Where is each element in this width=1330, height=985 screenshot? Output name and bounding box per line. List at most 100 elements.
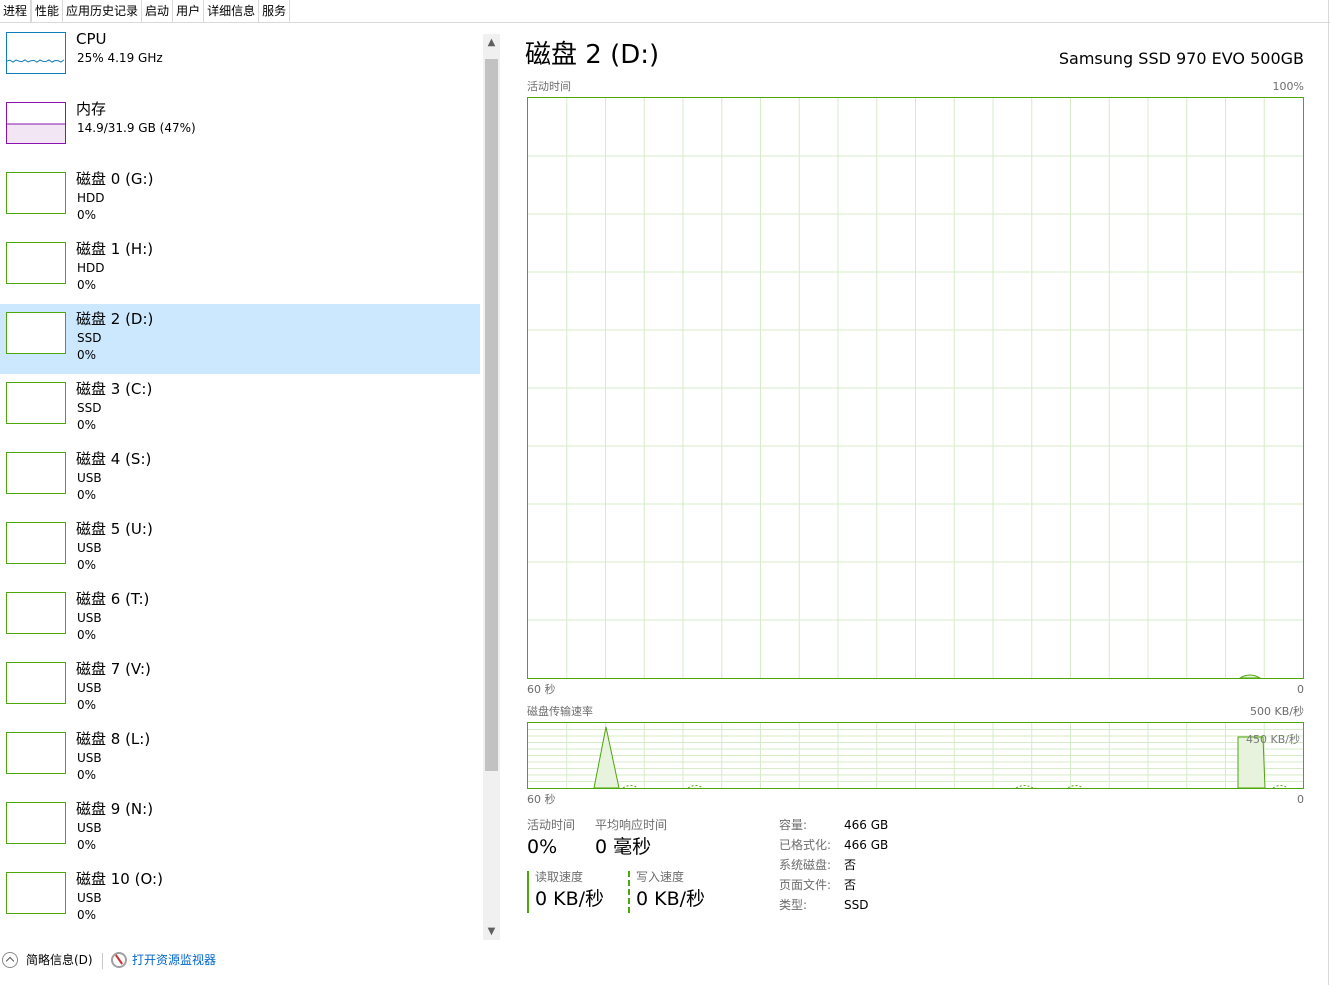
window-right-edge xyxy=(1328,0,1329,985)
sidebar-item-disk[interactable]: 磁盘 6 (T:) USB 0% xyxy=(0,584,480,654)
sidebar-item-disk[interactable]: 磁盘 2 (D:) SSD 0% xyxy=(0,304,480,374)
sidebar-item-disk[interactable]: 磁盘 5 (U:) USB 0% xyxy=(0,514,480,584)
sidebar-item-title: 磁盘 8 (L:) xyxy=(76,730,151,748)
disk-thumbnail-graph xyxy=(6,242,66,284)
sidebar-item-title: 磁盘 5 (U:) xyxy=(76,520,153,538)
sidebar-item-usage: 0% xyxy=(77,488,97,502)
sidebar-item-title: 磁盘 7 (V:) xyxy=(76,660,151,678)
sidebar-item-disk[interactable]: 磁盘 9 (N:) USB 0% xyxy=(0,794,480,864)
sidebar-item-subtitle: HDD xyxy=(77,191,105,205)
sidebar-item-disk[interactable]: 磁盘 7 (V:) USB 0% xyxy=(0,654,480,724)
sidebar-item-subtitle: USB xyxy=(77,751,102,765)
tab-bar: 进程 性能 应用历史记录 启动 用户 详细信息 服务 xyxy=(0,0,1330,23)
disk-thumbnail-graph xyxy=(6,732,66,774)
transfer-minor-activity xyxy=(687,785,704,788)
read-speed-indicator xyxy=(527,871,529,913)
cpu-thumbnail-line xyxy=(7,59,65,63)
transfer-rate-chart: 450 KB/秒 xyxy=(527,722,1304,789)
tab-2[interactable]: 应用历史记录 xyxy=(63,0,143,22)
sidebar-item-title: 磁盘 4 (S:) xyxy=(76,450,152,468)
info-page-file-value: 否 xyxy=(844,878,857,892)
disk-thumbnail-graph xyxy=(6,382,66,424)
transfer-chart-label: 磁盘传输速率 xyxy=(527,705,593,718)
info-formatted-label: 已格式化: xyxy=(779,838,832,852)
stat-write-value: 0 KB/秒 xyxy=(636,888,706,910)
bottom-bar: 简略信息(D) 打开资源监视器 xyxy=(0,945,1330,975)
disk-thumbnail-graph xyxy=(6,522,66,564)
stat-active-time-value: 0% xyxy=(527,836,558,858)
info-page-file-label: 页面文件: xyxy=(779,878,832,892)
transfer-rate-graph xyxy=(528,723,1303,788)
tab-6[interactable]: 服务 xyxy=(259,0,291,22)
disk-thumbnail-graph xyxy=(6,452,66,494)
active-time-graph xyxy=(528,98,1303,678)
disk-thumbnail-graph xyxy=(6,662,66,704)
active-time-spike xyxy=(1239,674,1261,678)
tab-4[interactable]: 用户 xyxy=(173,0,205,22)
sidebar-item-cpu[interactable]: CPU 25% 4.19 GHz xyxy=(0,24,480,94)
sidebar-item-disk[interactable]: 磁盘 8 (L:) USB 0% xyxy=(0,724,480,794)
sidebar-item-subtitle: HDD xyxy=(77,261,105,275)
chart2-x-right: 0 xyxy=(1297,793,1304,806)
active-time-chart-max: 100% xyxy=(1272,80,1304,93)
chart1-x-right: 0 xyxy=(1297,683,1304,696)
scroll-down-arrow-icon[interactable]: ▼ xyxy=(483,923,500,940)
sidebar-item-usage: 0% xyxy=(77,908,97,922)
disk-thumbnail-graph xyxy=(6,592,66,634)
sidebar-item-title: 磁盘 2 (D:) xyxy=(76,310,154,328)
info-formatted-value: 466 GB xyxy=(844,838,889,852)
task-manager-window: 进程 性能 应用历史记录 启动 用户 详细信息 服务 CPU 25% 4.19 GHz 内存 14… xyxy=(0,0,1330,985)
sidebar-item-usage: 0% xyxy=(77,418,97,432)
tab-3[interactable]: 启动 xyxy=(142,0,174,22)
tab-5[interactable]: 详细信息 xyxy=(204,0,260,22)
transfer-minor-activity xyxy=(622,785,639,788)
sidebar-item-disk[interactable]: 磁盘 0 (G:) HDD 0% xyxy=(0,164,480,234)
transfer-chart-max: 500 KB/秒 xyxy=(1250,705,1304,718)
info-type-value: SSD xyxy=(844,898,869,912)
stat-active-time-label: 活动时间 xyxy=(527,818,576,832)
active-time-chart-label: 活动时间 xyxy=(527,80,571,93)
scroll-up-arrow-icon[interactable]: ▲ xyxy=(483,34,500,51)
sidebar-item-subtitle: USB xyxy=(77,681,102,695)
memory-thumbnail-fill xyxy=(7,124,65,143)
transfer-marker-label: 450 KB/秒 xyxy=(1246,733,1300,746)
stat-read-label: 读取速度 xyxy=(535,870,584,884)
sidebar-item-usage: 0% xyxy=(77,838,97,852)
info-system-disk-label: 系统磁盘: xyxy=(779,858,832,872)
tab-0[interactable]: 进程 xyxy=(0,0,32,22)
sidebar-item-subtitle: SSD xyxy=(77,331,102,345)
sidebar-item-title: 磁盘 0 (G:) xyxy=(76,170,154,188)
sidebar-item-disk[interactable]: 磁盘 11 (M:) xyxy=(0,934,480,940)
disk-thumbnail-graph xyxy=(6,872,66,914)
open-resource-monitor-link[interactable]: 打开资源监视器 xyxy=(111,951,216,968)
sidebar-item-subtitle: USB xyxy=(77,541,102,555)
info-capacity-label: 容量: xyxy=(779,818,808,832)
memory-thumbnail-graph xyxy=(6,102,66,144)
sidebar-item-memory[interactable]: 内存 14.9/31.9 GB (47%) xyxy=(0,94,480,164)
fewer-details-button[interactable]: 简略信息(D) xyxy=(2,951,93,968)
disk-thumbnail-graph xyxy=(6,172,66,214)
stat-avg-response-value: 0 毫秒 xyxy=(595,836,652,858)
sidebar-item-usage: 0% xyxy=(77,558,97,572)
sidebar-item-subtitle: 25% 4.19 GHz xyxy=(77,51,163,65)
tab-1[interactable]: 性能 xyxy=(31,0,64,22)
sidebar-item-title: 内存 xyxy=(76,100,107,118)
sidebar-item-disk[interactable]: 磁盘 4 (S:) USB 0% xyxy=(0,444,480,514)
disk-model: Samsung SSD 970 EVO 500GB xyxy=(1058,49,1304,68)
info-type-label: 类型: xyxy=(779,898,808,912)
sidebar-item-title: 磁盘 1 (H:) xyxy=(76,240,154,258)
sidebar-item-disk[interactable]: 磁盘 3 (C:) SSD 0% xyxy=(0,374,480,444)
transfer-minor-activity xyxy=(1015,785,1034,788)
resource-monitor-icon xyxy=(111,951,127,968)
sidebar-item-title: CPU xyxy=(76,30,107,48)
sidebar-item-usage: 0% xyxy=(77,628,97,642)
device-list: CPU 25% 4.19 GHz 内存 14.9/31.9 GB (47%) 磁盘 0 … xyxy=(0,24,480,940)
stat-read-value: 0 KB/秒 xyxy=(535,888,605,910)
sidebar-item-usage: 0% xyxy=(77,278,97,292)
device-list-scrollbar[interactable]: ▲ ▼ xyxy=(483,34,500,940)
sidebar-item-subtitle: 14.9/31.9 GB (47%) xyxy=(77,121,196,135)
sidebar-item-disk[interactable]: 磁盘 1 (H:) HDD 0% xyxy=(0,234,480,304)
scroll-thumb[interactable] xyxy=(485,59,498,771)
sidebar-item-title: 磁盘 9 (N:) xyxy=(76,800,154,818)
sidebar-item-disk[interactable]: 磁盘 10 (O:) USB 0% xyxy=(0,864,480,934)
